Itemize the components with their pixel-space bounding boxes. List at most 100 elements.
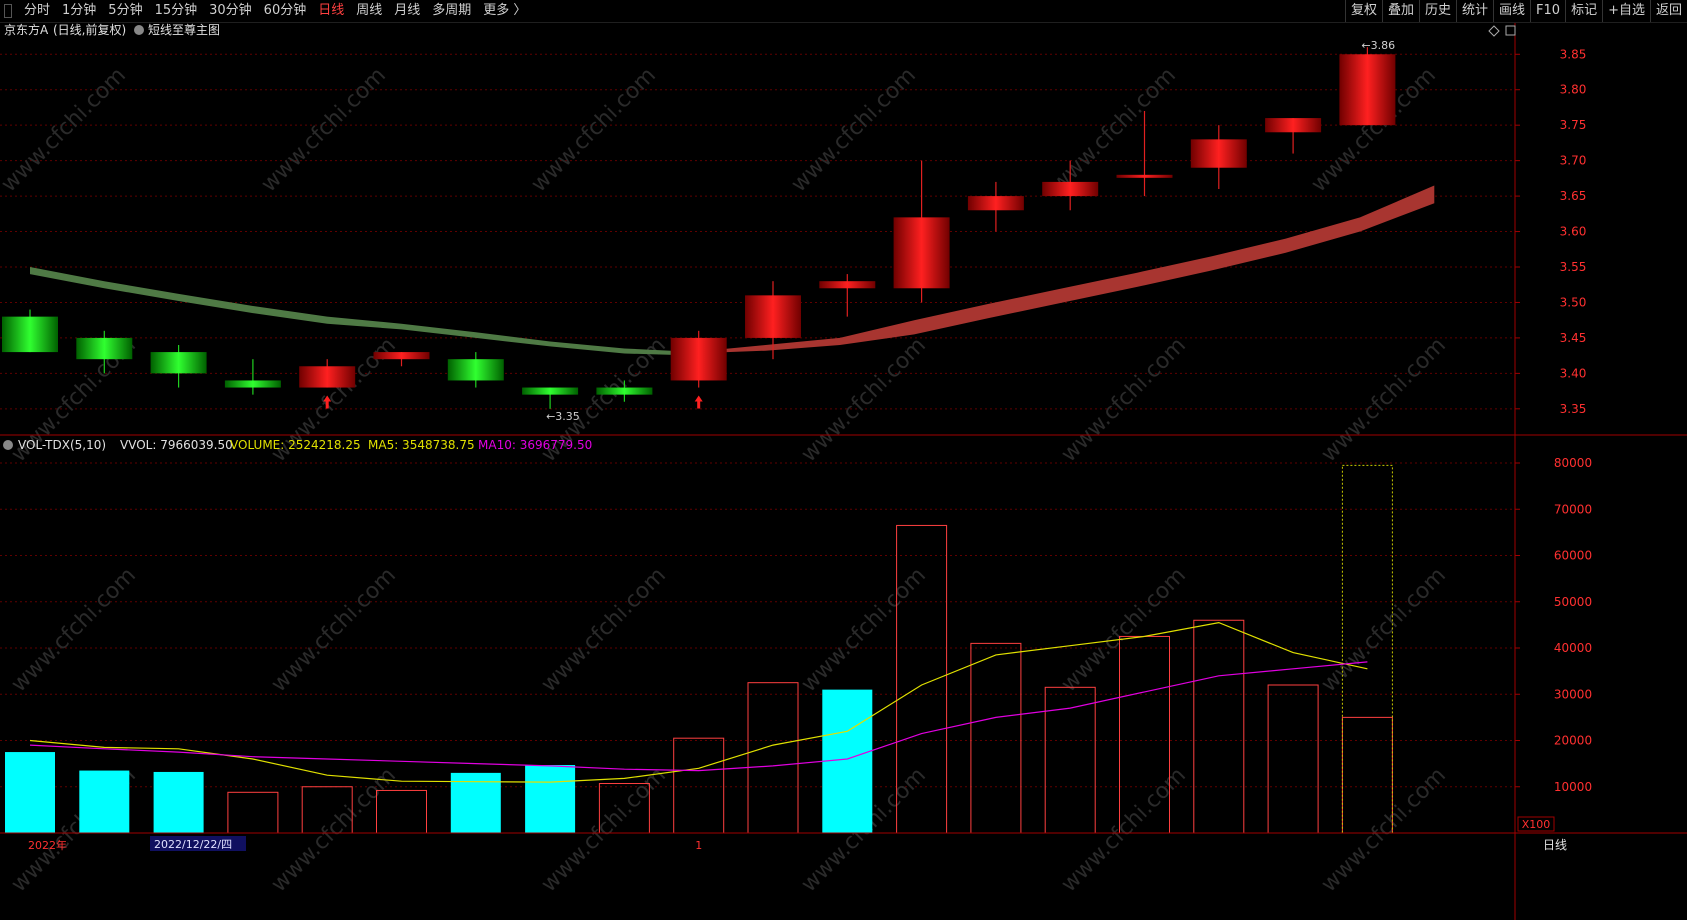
candle-6 xyxy=(447,352,504,388)
indicator-name: 短线至尊主图 xyxy=(148,23,220,37)
period-tab-10[interactable]: 更多 〉 xyxy=(477,0,532,22)
volume-indicator-toggle-icon[interactable] xyxy=(3,440,13,450)
candle-0 xyxy=(2,309,58,353)
volume-bar xyxy=(1267,684,1319,834)
period-tab-7[interactable]: 周线 xyxy=(350,0,388,22)
volume-header-name: VOL-TDX(5,10) xyxy=(18,438,106,452)
volume-tick-label: 80000 xyxy=(1554,456,1592,470)
price-tick-label: 3.55 xyxy=(1560,260,1587,274)
watermark-text: www.cfchi.com xyxy=(1057,763,1191,897)
candle-body xyxy=(745,295,801,338)
watermark-layer: www.cfchi.com www.cfchi.com www.cfchi.com w… xyxy=(0,63,1451,897)
min-price-label: ←3.35 xyxy=(546,410,580,423)
price-tick-label: 3.35 xyxy=(1560,402,1587,416)
candle-7 xyxy=(522,387,579,409)
toolbar-button-8[interactable]: 返回 xyxy=(1649,0,1687,22)
uptrend-band xyxy=(691,185,1435,354)
toolbar-button-1[interactable]: 叠加 xyxy=(1381,0,1419,22)
watermark-text: www.cfchi.com xyxy=(1057,333,1191,467)
price-tick-label: 3.85 xyxy=(1560,47,1587,61)
watermark-text: www.cfchi.com xyxy=(7,563,141,697)
period-tab-5[interactable]: 60分钟 xyxy=(258,0,313,22)
watermark-text: www.cfchi.com xyxy=(1057,563,1191,697)
candle-body xyxy=(2,316,58,353)
price-tick-label: 3.50 xyxy=(1560,295,1587,309)
x-axis-cursor-date: 2022/12/22/四 xyxy=(154,838,232,851)
indicator-toggle-icon[interactable] xyxy=(134,25,144,35)
toolbar-button-4[interactable]: 画线 xyxy=(1493,0,1530,22)
candle-4 xyxy=(299,359,356,388)
toolbar-button-3[interactable]: 统计 xyxy=(1456,0,1493,22)
period-tab-2[interactable]: 5分钟 xyxy=(102,0,148,22)
buy-signal-arrow xyxy=(694,395,703,409)
volume-unit-label: X100 xyxy=(1522,818,1551,831)
watermark-text: www.cfchi.com xyxy=(267,563,401,697)
period-tab-6[interactable]: 日线 xyxy=(312,0,350,22)
price-tick-label: 3.45 xyxy=(1560,331,1587,345)
volume-tick-label: 70000 xyxy=(1554,502,1592,516)
watermark-text: www.cfchi.com xyxy=(527,63,661,197)
toolbar-button-7[interactable]: +自选 xyxy=(1602,0,1650,22)
candle-9 xyxy=(670,330,727,388)
candle-body xyxy=(373,352,430,360)
diamond-icon[interactable] xyxy=(1488,25,1500,37)
candle-12 xyxy=(893,160,950,303)
candle-body xyxy=(670,337,727,381)
price-tick-label: 3.70 xyxy=(1560,154,1587,168)
period-tab-0[interactable]: 分时 xyxy=(18,0,56,22)
candle-body xyxy=(447,359,504,381)
stock-chart: www.cfchi.com www.cfchi.com www.cfchi.com w… xyxy=(0,23,1687,920)
watermark-text: www.cfchi.com xyxy=(267,763,401,897)
x-axis-month-label: 1 xyxy=(695,839,702,852)
period-toolbar: 分时 1分钟 5分钟 15分钟 30分钟 60分钟 日线 周线 月线 多周期 更多 〉 复权 叠加 历史… xyxy=(0,0,1687,23)
volume-bar xyxy=(970,642,1022,834)
toolbar-button-0[interactable]: 复权 xyxy=(1344,0,1382,22)
period-tab-4[interactable]: 30分钟 xyxy=(203,0,258,22)
volume-tick-label: 30000 xyxy=(1554,687,1592,701)
volume-bar xyxy=(822,689,873,833)
watermark-text: www.cfchi.com xyxy=(257,63,391,197)
toolbar-gripper[interactable] xyxy=(4,4,12,18)
watermark-text: www.cfchi.com xyxy=(1317,563,1451,697)
price-tick-label: 3.75 xyxy=(1560,118,1587,132)
candle-18 xyxy=(1339,47,1396,126)
volume-bar xyxy=(227,791,279,834)
price-tick-label: 3.65 xyxy=(1560,189,1587,203)
period-tab-9[interactable]: 多周期 xyxy=(426,0,477,22)
candle-16 xyxy=(1190,125,1247,189)
toolbar-button-2[interactable]: 历史 xyxy=(1418,0,1456,22)
volume-bar xyxy=(673,737,725,834)
candle-body xyxy=(967,196,1024,211)
volume-tick-label: 40000 xyxy=(1554,641,1592,655)
volume-header-ma5: MA5: 3548738.75 xyxy=(368,438,475,452)
volume-bar xyxy=(153,771,204,833)
toolbar-button-5[interactable]: F10 xyxy=(1530,0,1565,22)
volume-tick-label: 20000 xyxy=(1554,734,1592,748)
max-price-label: ←3.86 xyxy=(1361,39,1395,52)
candle-body xyxy=(1339,54,1396,126)
watermark-text: www.cfchi.com xyxy=(787,63,921,197)
candle-body xyxy=(224,380,281,388)
ma10-line xyxy=(29,661,1368,772)
watermark-text: www.cfchi.com xyxy=(537,563,671,697)
volume-bar xyxy=(5,752,55,833)
square-icon[interactable] xyxy=(1505,25,1516,36)
volume-tick-label: 60000 xyxy=(1554,549,1592,563)
ma5-line xyxy=(29,621,1368,783)
period-tab-1[interactable]: 1分钟 xyxy=(56,0,102,22)
candle-body xyxy=(1265,118,1322,133)
volume-bar xyxy=(79,770,130,833)
stock-name: 京东方A xyxy=(4,23,49,37)
grid-lines xyxy=(0,53,1515,788)
watermark-text: www.cfchi.com xyxy=(0,63,131,197)
candle-11 xyxy=(819,274,876,317)
watermark-text: www.cfchi.com xyxy=(797,563,931,697)
period-tab-8[interactable]: 月线 xyxy=(388,0,426,22)
volume-header-volume: VOLUME: 2524218.25 xyxy=(230,438,361,452)
trend-bands xyxy=(30,185,1435,356)
candle-body xyxy=(1116,174,1173,178)
candle-body xyxy=(1042,181,1099,197)
period-tab-3[interactable]: 15分钟 xyxy=(149,0,204,22)
toolbar-button-6[interactable]: 标记 xyxy=(1565,0,1602,22)
candle-body xyxy=(1190,139,1247,168)
